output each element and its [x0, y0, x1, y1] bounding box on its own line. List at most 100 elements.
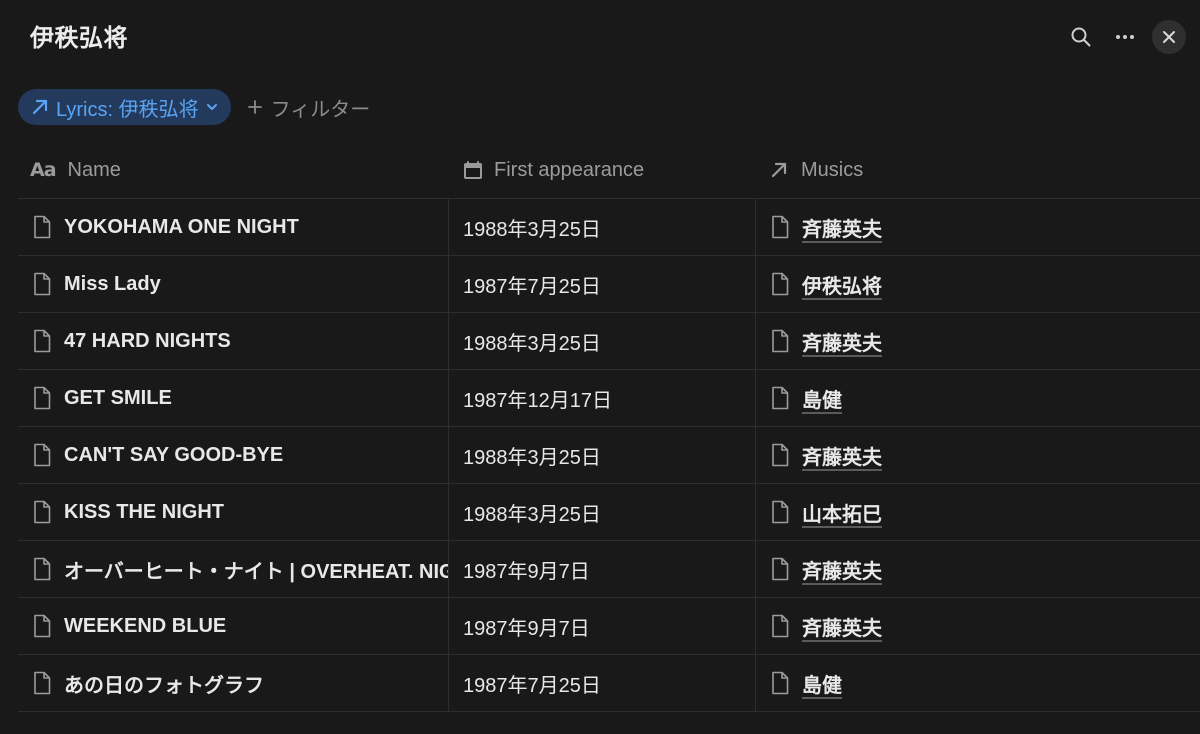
row-music-link[interactable]: 島健 [802, 384, 842, 413]
row-music-link[interactable]: 斉藤英夫 [802, 555, 882, 584]
name-cell[interactable]: 47 HARD NIGHTS [18, 313, 448, 369]
row-date: 1987年7月25日 [463, 674, 601, 697]
row-date: 1987年12月17日 [463, 389, 612, 412]
date-cell[interactable]: 1987年12月17日 [448, 370, 755, 426]
musics-cell[interactable]: 伊秩弘将 [755, 256, 1200, 312]
date-cell[interactable]: 1988年3月25日 [448, 313, 755, 369]
row-music-link[interactable]: 山本拓巳 [802, 498, 882, 527]
musics-cell[interactable]: 斉藤英夫 [755, 199, 1200, 255]
table-row[interactable]: CAN'T SAY GOOD-BYE 1988年3月25日 斉藤英夫 [18, 427, 1200, 484]
date-cell[interactable]: 1988年3月25日 [448, 427, 755, 483]
row-date: 1988年3月25日 [463, 332, 601, 355]
calendar-icon [462, 159, 484, 181]
page-icon [32, 215, 52, 239]
page-icon [32, 443, 52, 467]
table-row[interactable]: WEEKEND BLUE 1987年9月7日 斉藤英夫 [18, 598, 1200, 655]
name-cell[interactable]: オーバーヒート・ナイト | OVERHEAT. NIGHT [18, 541, 448, 597]
date-cell[interactable]: 1988年3月25日 [448, 199, 755, 255]
row-name: YOKOHAMA ONE NIGHT [64, 215, 299, 238]
add-filter-button[interactable]: フィルター [247, 93, 371, 122]
page-icon [770, 386, 790, 410]
close-icon [1162, 30, 1176, 44]
table-row[interactable]: KISS THE NIGHT 1988年3月25日 山本拓巳 [18, 484, 1200, 541]
row-date: 1988年3月25日 [463, 446, 601, 469]
row-name: CAN'T SAY GOOD-BYE [64, 443, 284, 466]
row-name: WEEKEND BLUE [64, 614, 227, 637]
row-name: GET SMILE [64, 386, 172, 409]
row-date: 1987年9月7日 [463, 617, 590, 640]
search-button[interactable] [1064, 20, 1098, 54]
musics-cell[interactable]: 島健 [755, 370, 1200, 426]
name-cell[interactable]: WEEKEND BLUE [18, 598, 448, 654]
search-icon [1070, 26, 1092, 48]
date-cell[interactable]: 1987年9月7日 [448, 598, 755, 654]
filter-chip-label: Lyrics: 伊秩弘将 [56, 98, 199, 121]
row-music-link[interactable]: 斉藤英夫 [802, 612, 882, 641]
filter-bar: Lyrics: 伊秩弘将 フィルター [18, 89, 370, 125]
row-name: Miss Lady [64, 272, 161, 295]
row-name: 47 HARD NIGHTS [64, 329, 231, 352]
table-row[interactable]: Miss Lady 1987年7月25日 伊秩弘将 [18, 256, 1200, 313]
row-music-link[interactable]: 伊秩弘将 [802, 270, 882, 299]
page-icon [770, 329, 790, 353]
musics-cell[interactable]: 斉藤英夫 [755, 427, 1200, 483]
musics-cell[interactable]: 斉藤英夫 [755, 541, 1200, 597]
name-cell[interactable]: YOKOHAMA ONE NIGHT [18, 199, 448, 255]
table-row[interactable]: GET SMILE 1987年12月17日 島健 [18, 370, 1200, 427]
name-cell[interactable]: KISS THE NIGHT [18, 484, 448, 540]
table-row[interactable]: 47 HARD NIGHTS 1988年3月25日 斉藤英夫 [18, 313, 1200, 370]
row-date: 1988年3月25日 [463, 503, 601, 526]
page-icon [32, 329, 52, 353]
column-header-musics[interactable]: Musics [755, 142, 1200, 198]
page-icon [32, 614, 52, 638]
musics-cell[interactable]: 斉藤英夫 [755, 313, 1200, 369]
lyrics-filter-chip[interactable]: Lyrics: 伊秩弘将 [18, 89, 231, 125]
row-music-link[interactable]: 斉藤英夫 [802, 441, 882, 470]
row-music-link[interactable]: 斉藤英夫 [802, 213, 882, 242]
row-name: あの日のフォトグラフ [64, 674, 264, 697]
column-label-first-appearance: First appearance [494, 158, 645, 181]
page-icon [770, 272, 790, 296]
close-button[interactable] [1152, 20, 1186, 54]
table-row[interactable]: オーバーヒート・ナイト | OVERHEAT. NIGHT 1987年9月7日 … [18, 541, 1200, 598]
name-cell[interactable]: CAN'T SAY GOOD-BYE [18, 427, 448, 483]
column-label-name: Name [67, 158, 121, 181]
row-music-link[interactable]: 斉藤英夫 [802, 327, 882, 356]
name-cell[interactable]: あの日のフォトグラフ [18, 655, 448, 711]
page-icon [32, 272, 52, 296]
page-title: 伊秩弘将 [30, 25, 128, 52]
date-cell[interactable]: 1987年9月7日 [448, 541, 755, 597]
page-icon [32, 386, 52, 410]
date-cell[interactable]: 1988年3月25日 [448, 484, 755, 540]
column-header-name[interactable]: Aa Name [18, 142, 448, 198]
table-row[interactable]: あの日のフォトグラフ 1987年7月25日 島健 [18, 655, 1200, 712]
row-music-link[interactable]: 島健 [802, 669, 842, 698]
row-name: オーバーヒート・ナイト | OVERHEAT. NIGHT [64, 560, 448, 583]
musics-cell[interactable]: 島健 [755, 655, 1200, 711]
page-icon [770, 500, 790, 524]
name-cell[interactable]: GET SMILE [18, 370, 448, 426]
arrow-up-right-icon [769, 160, 789, 180]
page-icon [32, 671, 52, 695]
plus-icon [247, 99, 263, 115]
row-date: 1987年7月25日 [463, 275, 601, 298]
musics-cell[interactable]: 山本拓巳 [755, 484, 1200, 540]
musics-cell[interactable]: 斉藤英夫 [755, 598, 1200, 654]
name-cell[interactable]: Miss Lady [18, 256, 448, 312]
page-icon [770, 443, 790, 467]
table-row[interactable]: YOKOHAMA ONE NIGHT 1988年3月25日 斉藤英夫 [18, 199, 1200, 256]
page-icon [770, 614, 790, 638]
page-icon [32, 500, 52, 524]
page-icon [770, 215, 790, 239]
arrow-up-right-icon [30, 97, 50, 117]
text-property-icon: Aa [30, 159, 57, 181]
row-name: KISS THE NIGHT [64, 500, 225, 523]
more-icon [1114, 26, 1136, 48]
page-icon [32, 557, 52, 581]
more-button[interactable] [1108, 20, 1142, 54]
date-cell[interactable]: 1987年7月25日 [448, 655, 755, 711]
column-header-first-appearance[interactable]: First appearance [448, 142, 755, 198]
row-date: 1988年3月25日 [463, 218, 601, 241]
date-cell[interactable]: 1987年7月25日 [448, 256, 755, 312]
add-filter-label: フィルター [270, 98, 371, 121]
